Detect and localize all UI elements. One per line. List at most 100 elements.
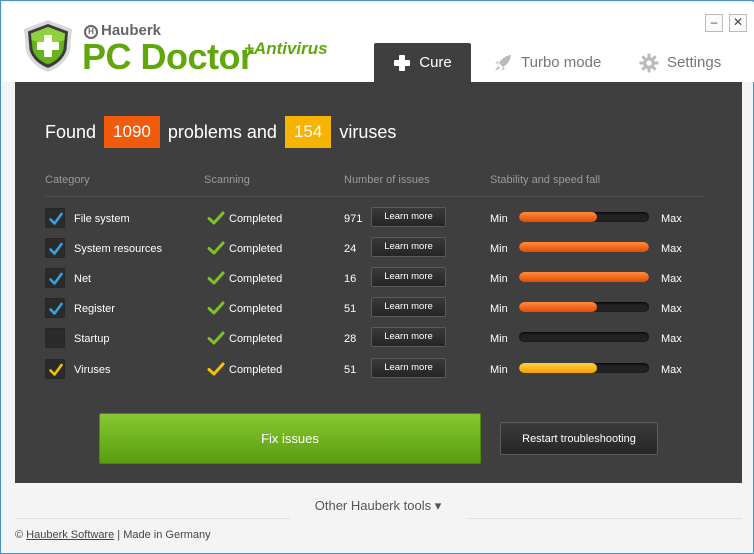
table-row: File system Completed 971 Learn more Min…	[15, 204, 742, 234]
row-checkbox[interactable]	[45, 298, 65, 318]
row-checkbox[interactable]	[45, 238, 65, 258]
row-max-label: Max	[661, 364, 682, 376]
row-scan-status: Completed	[229, 273, 283, 285]
row-scan-status: Completed	[229, 364, 283, 376]
column-header-scanning: Scanning	[204, 174, 250, 186]
stability-bar-fill	[519, 272, 649, 282]
table-row: System resources Completed 24 Learn more…	[15, 234, 742, 264]
summary-prefix: Found	[45, 121, 97, 142]
footer: © Hauberk Software | Made in Germany	[15, 529, 211, 541]
scan-summary: Found 1090 problems and 154 viruses	[45, 116, 396, 148]
brand-addon: +Antivirus	[244, 39, 328, 58]
problems-count-badge: 1090	[104, 116, 160, 148]
summary-suffix: viruses	[339, 121, 397, 142]
learn-more-button[interactable]: Learn more	[371, 358, 446, 378]
row-scan-status: Completed	[229, 213, 283, 225]
tab-turbo-label: Turbo mode	[521, 54, 602, 71]
restart-troubleshooting-button[interactable]: Restart troubleshooting	[500, 422, 658, 455]
column-header-issues: Number of issues	[344, 174, 430, 186]
row-scan-status: Completed	[229, 243, 283, 255]
row-category: Viruses	[74, 364, 111, 376]
row-issue-count: 971	[344, 213, 363, 225]
checkmark-icon	[207, 211, 225, 225]
row-checkbox[interactable]	[45, 208, 65, 228]
learn-more-button[interactable]: Learn more	[371, 297, 446, 317]
fix-issues-button[interactable]: Fix issues	[99, 413, 481, 464]
row-min-label: Min	[490, 243, 508, 255]
close-button[interactable]: ✕	[729, 14, 747, 32]
table-row: Startup Completed 28 Learn more Min Max	[15, 324, 742, 354]
row-min-label: Min	[490, 333, 508, 345]
stability-bar	[519, 332, 649, 342]
other-tools-label[interactable]: Other Hauberk tools ▾	[315, 498, 441, 513]
brand-product: PC Doctor	[82, 36, 254, 77]
copyright-symbol: ©	[15, 529, 24, 541]
learn-more-button[interactable]: Learn more	[371, 237, 446, 257]
plus-icon	[393, 54, 411, 72]
row-scan-status: Completed	[229, 303, 283, 315]
row-min-label: Min	[490, 273, 508, 285]
tab-turbo-mode[interactable]: Turbo mode	[493, 43, 601, 82]
row-issue-count: 24	[344, 243, 357, 255]
company-link[interactable]: Hauberk Software	[26, 529, 114, 541]
row-min-label: Min	[490, 364, 508, 376]
row-max-label: Max	[661, 273, 682, 285]
row-checkbox[interactable]	[45, 359, 65, 379]
row-issue-count: 51	[344, 303, 357, 315]
tab-settings-label: Settings	[667, 54, 722, 71]
row-max-label: Max	[661, 303, 682, 315]
row-max-label: Max	[661, 243, 682, 255]
row-min-label: Min	[490, 303, 508, 315]
other-tools-dropdown[interactable]: Other Hauberk tools ▾	[1, 498, 754, 514]
row-category: Startup	[74, 333, 110, 345]
row-issue-count: 16	[344, 273, 357, 285]
stability-bar	[519, 302, 649, 312]
stability-bar	[519, 272, 649, 282]
table-row: Register Completed 51 Learn more Min Max	[15, 294, 742, 324]
row-category: File system	[74, 213, 130, 225]
checkmark-icon	[207, 301, 225, 315]
checkmark-icon	[207, 271, 225, 285]
row-checkbox[interactable]	[45, 268, 65, 288]
checkmark-icon	[207, 362, 225, 376]
footer-separator: |	[117, 529, 121, 541]
made-in-text: Made in Germany	[123, 529, 211, 541]
table-row: Net Completed 16 Learn more Min Max	[15, 264, 742, 294]
learn-more-button[interactable]: Learn more	[371, 207, 446, 227]
row-issue-count: 51	[344, 364, 357, 376]
app-window: H Hauberk PC Doctor +Antivirus – ✕ Cure T…	[0, 0, 754, 554]
minimize-button[interactable]: –	[705, 14, 723, 32]
tab-cure[interactable]: Cure	[374, 43, 471, 82]
rocket-icon	[493, 53, 513, 73]
gear-icon	[639, 53, 659, 73]
row-category: Net	[74, 273, 92, 285]
cure-panel: Found 1090 problems and 154 viruses Cate…	[15, 82, 742, 483]
stability-bar	[519, 363, 649, 373]
row-max-label: Max	[661, 213, 682, 225]
stability-bar	[519, 212, 649, 222]
row-category: System resources	[74, 243, 163, 255]
table-row: Viruses Completed 51 Learn more Min Max	[15, 355, 742, 385]
column-header-stability: Stability and speed fall	[490, 174, 601, 186]
tab-cure-label: Cure	[419, 54, 452, 71]
viruses-count-badge: 154	[284, 116, 332, 148]
row-category: Register	[74, 303, 115, 315]
row-min-label: Min	[490, 213, 508, 225]
divider-left	[15, 518, 290, 519]
stability-bar-fill	[519, 212, 597, 222]
learn-more-button[interactable]: Learn more	[371, 267, 446, 287]
checkmark-icon	[207, 241, 225, 255]
header-divider	[45, 196, 705, 197]
row-scan-status: Completed	[229, 333, 283, 345]
summary-middle: problems and	[167, 121, 277, 142]
tab-settings[interactable]: Settings	[639, 43, 721, 82]
row-checkbox[interactable]	[45, 328, 65, 348]
learn-more-button[interactable]: Learn more	[371, 327, 446, 347]
checkmark-icon	[207, 331, 225, 345]
stability-bar-fill	[519, 363, 597, 373]
stability-bar-fill	[519, 242, 649, 252]
shield-logo-icon	[24, 20, 72, 72]
stability-bar	[519, 242, 649, 252]
divider-right	[467, 518, 742, 519]
row-issue-count: 28	[344, 333, 357, 345]
